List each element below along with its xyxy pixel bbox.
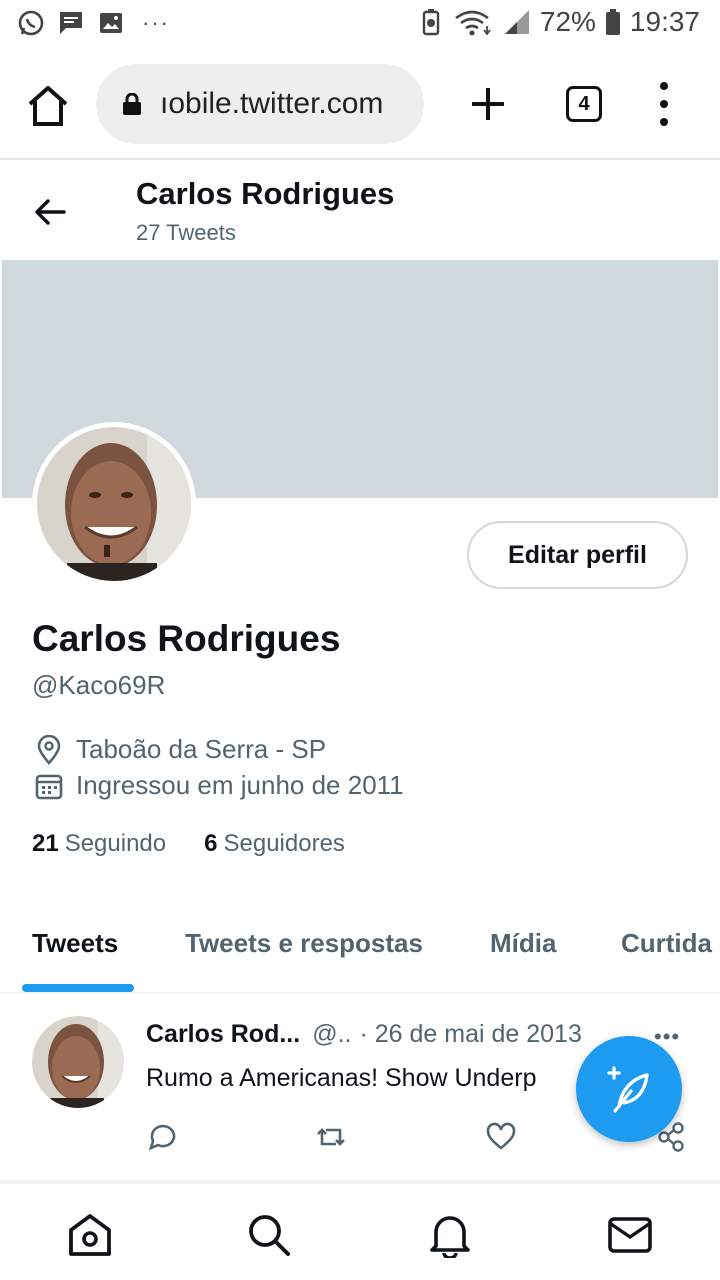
tab-likes[interactable]: Curtida xyxy=(621,928,712,959)
message-icon xyxy=(56,8,86,38)
following-label: Seguindo xyxy=(64,830,167,857)
header-title: Carlos Rodrigues xyxy=(136,176,395,211)
profile-display-name: Carlos Rodrigues xyxy=(32,618,341,659)
profile-top-bar: Carlos Rodrigues 27 Tweets xyxy=(0,162,720,260)
address-bar[interactable]: ıobile.twitter.com xyxy=(96,64,424,144)
tweet-text: Rumo a Americanas! Show Underp xyxy=(146,1064,537,1092)
compose-feather-icon xyxy=(607,1066,649,1113)
whatsapp-icon xyxy=(16,8,46,38)
profile-avatar[interactable] xyxy=(32,422,196,586)
status-bar: ··· 72% 19:37 xyxy=(0,0,720,48)
signal-icon xyxy=(502,7,532,37)
tab-switcher-button[interactable]: 4 xyxy=(566,86,602,122)
avatar-photo xyxy=(37,427,191,581)
profile-location: Taboão da Serra - SP xyxy=(34,734,326,765)
profile-tabs: Tweets Tweets e respostas Mídia Curtida xyxy=(0,900,720,994)
browser-menu-icon[interactable] xyxy=(654,82,674,126)
messages-nav-icon[interactable] xyxy=(607,1212,653,1258)
like-icon[interactable] xyxy=(484,1120,518,1154)
tweet-date[interactable]: · 26 de mai de 2013 xyxy=(359,1020,581,1049)
header-tweet-count: 27 Tweets xyxy=(136,220,236,245)
battery-saver-icon xyxy=(416,7,446,37)
profile-handle: @Kaco69R xyxy=(32,670,166,700)
url-text: ıobile.twitter.com xyxy=(160,87,384,120)
tweet-author-handle: @.. xyxy=(312,1020,352,1048)
tab-tweets-replies[interactable]: Tweets e respostas xyxy=(185,928,423,959)
tab-tweets[interactable]: Tweets xyxy=(32,928,118,959)
clock: 19:37 xyxy=(629,6,700,37)
tweet-author-name[interactable]: Carlos Rod... xyxy=(146,1020,300,1049)
battery-percent: 72% xyxy=(539,6,596,37)
search-nav-icon[interactable] xyxy=(246,1212,292,1258)
active-tab-indicator xyxy=(22,984,134,992)
compose-tweet-button[interactable] xyxy=(576,1036,682,1142)
location-text: Taboão da Serra - SP xyxy=(76,734,327,764)
battery-icon xyxy=(604,7,622,37)
browser-toolbar: ıobile.twitter.com 4 xyxy=(0,48,720,160)
following-link[interactable]: 21 Seguindo xyxy=(32,830,166,858)
gallery-icon xyxy=(96,8,126,38)
followers-label: Seguidores xyxy=(223,830,345,857)
follow-stats: 21 Seguindo 6 Seguidores xyxy=(32,830,345,858)
more-notifications-icon: ··· xyxy=(142,10,170,35)
following-count: 21 xyxy=(32,830,59,857)
notifications-nav-icon[interactable] xyxy=(427,1212,473,1258)
join-date-text: Ingressou em junho de 2011 xyxy=(76,770,404,800)
reply-icon[interactable] xyxy=(146,1120,180,1154)
followers-count: 6 xyxy=(204,830,218,857)
followers-link[interactable]: 6 Seguidores xyxy=(204,830,345,858)
home-icon[interactable] xyxy=(26,84,70,128)
calendar-icon xyxy=(35,774,63,799)
retweet-icon[interactable] xyxy=(314,1120,348,1154)
home-nav-icon[interactable] xyxy=(67,1212,113,1258)
lock-icon xyxy=(123,93,141,115)
tab-media[interactable]: Mídia xyxy=(490,928,556,959)
tweet-avatar[interactable] xyxy=(32,1016,124,1108)
bottom-navigation xyxy=(0,1182,720,1280)
edit-profile-button[interactable]: Editar perfil xyxy=(467,521,688,589)
wifi-icon xyxy=(454,7,494,37)
profile-join-date: Ingressou em junho de 2011 xyxy=(34,770,404,801)
back-arrow-icon[interactable] xyxy=(30,192,70,232)
location-pin-icon xyxy=(37,734,61,765)
tweet-header: Carlos Rod... @.. · 26 de mai de 2013 xyxy=(146,1020,582,1049)
new-tab-icon[interactable] xyxy=(468,84,508,124)
